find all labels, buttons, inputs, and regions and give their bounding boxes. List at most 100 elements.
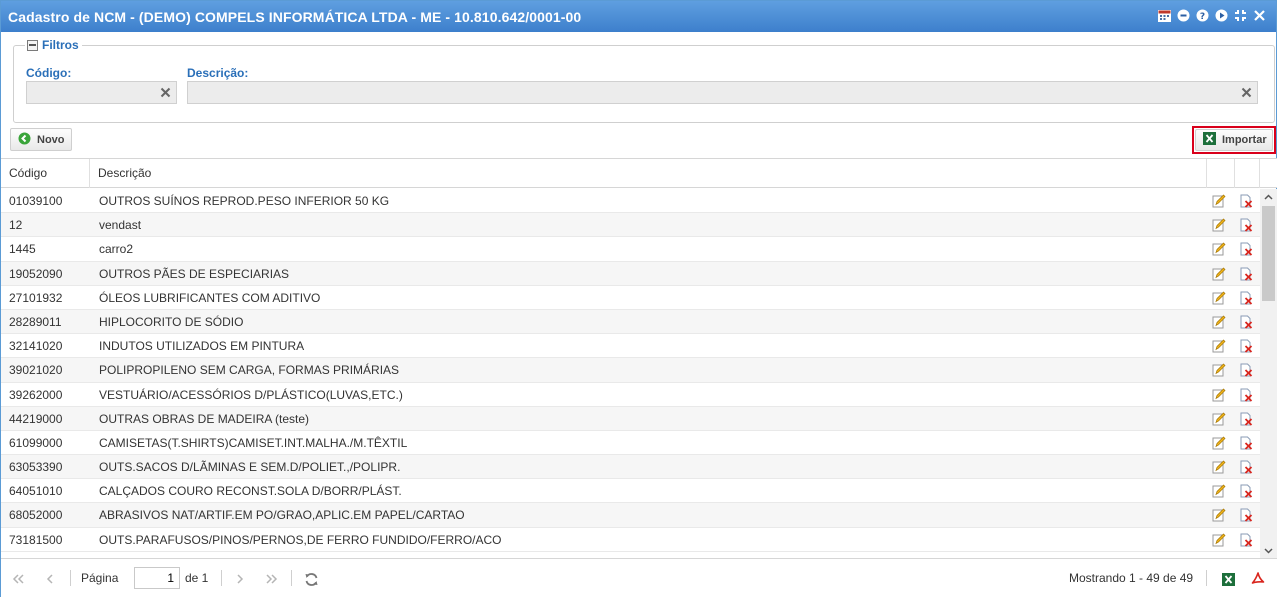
descricao-input[interactable] bbox=[188, 82, 1257, 103]
delete-icon[interactable] bbox=[1239, 267, 1253, 281]
table-row[interactable]: 01039100 OUTROS SUÍNOS REPROD.PESO INFERI… bbox=[1, 189, 1260, 214]
edit-icon[interactable] bbox=[1212, 388, 1226, 402]
delete-icon[interactable] bbox=[1239, 194, 1253, 208]
pager-separator bbox=[221, 570, 222, 586]
pager-separator bbox=[291, 570, 292, 586]
table-row[interactable]: 39021020 POLIPROPILENO SEM CARGA, FORMAS … bbox=[1, 358, 1260, 383]
ncm-grid: Código Descrição 01039100 OUTROS SUÍNOS R… bbox=[1, 158, 1277, 559]
edit-icon[interactable] bbox=[1212, 436, 1226, 450]
delete-icon[interactable] bbox=[1239, 363, 1253, 377]
vertical-scrollbar[interactable] bbox=[1260, 189, 1277, 559]
column-header-descricao[interactable]: Descrição bbox=[90, 159, 1207, 188]
cell-descricao: ÓLEOS LUBRIFICANTES COM ADITIVO bbox=[99, 290, 321, 305]
cell-codigo: 39262000 bbox=[9, 387, 63, 402]
page-label: Página bbox=[81, 571, 119, 585]
next-page-icon[interactable] bbox=[232, 571, 248, 587]
cell-descricao: CAMISETAS(T.SHIRTS)CAMISET.INT.MALHA./M.… bbox=[99, 435, 408, 450]
clear-descricao-icon[interactable] bbox=[1241, 87, 1252, 98]
play-icon[interactable] bbox=[1215, 9, 1228, 22]
close-icon[interactable] bbox=[1253, 9, 1266, 22]
novo-button[interactable]: Novo bbox=[10, 128, 72, 151]
calendar-icon[interactable] bbox=[1158, 9, 1171, 22]
delete-icon[interactable] bbox=[1239, 291, 1253, 305]
codigo-label: Código: bbox=[26, 66, 72, 80]
cell-descricao: CALÇADOS COURO RECONST.SOLA D/BORR/PLÁST… bbox=[99, 484, 402, 499]
edit-icon[interactable] bbox=[1212, 508, 1226, 522]
delete-icon[interactable] bbox=[1239, 508, 1253, 523]
delete-icon[interactable] bbox=[1239, 242, 1253, 257]
table-row[interactable]: 32141020 INDUTOS UTILIZADOS EM PINTURA bbox=[1, 334, 1260, 359]
cell-codigo: 39021020 bbox=[9, 363, 63, 378]
expand-icon[interactable] bbox=[1234, 9, 1247, 22]
first-page-icon[interactable] bbox=[11, 571, 27, 587]
delete-icon[interactable] bbox=[1239, 436, 1253, 450]
table-row[interactable]: 39262000 VESTUÁRIO/ACESSÓRIOS D/PLÁSTICO(… bbox=[1, 383, 1260, 407]
table-row[interactable]: 1445 carro2 bbox=[1, 237, 1260, 262]
cell-codigo: 12 bbox=[9, 218, 23, 233]
delete-icon[interactable] bbox=[1239, 339, 1253, 353]
cell-descricao: HIPLOCORITO DE SÓDIO bbox=[99, 314, 244, 329]
table-row[interactable]: 73181500 OUTS.PARAFUSOS/PINOS/PERNOS,DE F… bbox=[1, 528, 1260, 552]
delete-icon[interactable] bbox=[1239, 412, 1253, 426]
prev-page-icon[interactable] bbox=[42, 571, 58, 587]
table-row[interactable]: 44219000 OUTRAS OBRAS DE MADEIRA (teste) bbox=[1, 406, 1260, 431]
descricao-label: Descrição: bbox=[187, 66, 249, 80]
importar-button[interactable]: Importar bbox=[1195, 129, 1273, 151]
edit-icon[interactable] bbox=[1212, 242, 1226, 256]
grid-rows: 01039100 OUTROS SUÍNOS REPROD.PESO INFERI… bbox=[1, 189, 1260, 559]
cell-codigo: 63053390 bbox=[9, 460, 63, 475]
last-page-icon[interactable] bbox=[263, 571, 279, 587]
scroll-up-icon[interactable] bbox=[1260, 189, 1277, 205]
edit-icon[interactable] bbox=[1212, 291, 1226, 305]
cell-descricao: OUTS.PARAFUSOS/PINOS/PERNOS,DE FERRO FUN… bbox=[99, 532, 502, 547]
edit-icon[interactable] bbox=[1212, 218, 1226, 232]
delete-icon[interactable] bbox=[1239, 388, 1253, 402]
help-icon[interactable]: ? bbox=[1196, 9, 1209, 22]
cell-codigo: 73181500 bbox=[9, 532, 63, 547]
table-row[interactable]: 64051010 CALÇADOS COURO RECONST.SOLA D/BO… bbox=[1, 479, 1260, 504]
delete-icon[interactable] bbox=[1239, 218, 1253, 232]
table-row[interactable]: 63053390 OUTS.SACOS D/LÃMINAS E SEM.D/POL… bbox=[1, 455, 1260, 480]
collapse-icon[interactable] bbox=[27, 39, 38, 51]
cell-codigo: 61099000 bbox=[9, 435, 63, 450]
edit-icon[interactable] bbox=[1212, 460, 1226, 474]
delete-icon[interactable] bbox=[1239, 533, 1253, 547]
table-row[interactable]: 27101932 ÓLEOS LUBRIFICANTES COM ADITIVO bbox=[1, 286, 1260, 310]
table-row[interactable]: 12 vendast bbox=[1, 213, 1260, 238]
paging-summary: Mostrando 1 - 49 de 49 bbox=[1069, 571, 1194, 585]
codigo-input[interactable] bbox=[27, 82, 176, 103]
column-header-codigo[interactable]: Código bbox=[1, 159, 90, 188]
table-row[interactable]: 28289011 HIPLOCORITO DE SÓDIO bbox=[1, 309, 1260, 335]
pager-separator bbox=[70, 570, 71, 586]
edit-icon[interactable] bbox=[1212, 363, 1226, 377]
edit-icon[interactable] bbox=[1212, 267, 1226, 281]
edit-icon[interactable] bbox=[1212, 194, 1226, 208]
delete-icon[interactable] bbox=[1239, 460, 1253, 474]
export-excel-icon[interactable] bbox=[1220, 571, 1236, 587]
svg-text:?: ? bbox=[1200, 12, 1205, 22]
table-row[interactable]: 61099000 CAMISETAS(T.SHIRTS)CAMISET.INT.M… bbox=[1, 431, 1260, 456]
edit-icon[interactable] bbox=[1212, 533, 1226, 547]
filters-legend-label: Filtros bbox=[42, 38, 79, 52]
edit-icon[interactable] bbox=[1212, 412, 1226, 426]
delete-icon[interactable] bbox=[1239, 315, 1253, 329]
clear-codigo-icon[interactable] bbox=[160, 87, 171, 98]
cell-descricao: OUTS.SACOS D/LÃMINAS E SEM.D/POLIET.,/PO… bbox=[99, 460, 401, 475]
edit-icon[interactable] bbox=[1212, 315, 1226, 329]
export-pdf-icon[interactable] bbox=[1250, 571, 1266, 587]
refresh-icon[interactable] bbox=[303, 571, 319, 587]
filters-legend[interactable]: Filtros bbox=[25, 38, 82, 52]
table-row[interactable]: 68052000 ABRASIVOS NAT/ARTIF.EM PO/GRAO,A… bbox=[1, 503, 1260, 528]
scroll-thumb[interactable] bbox=[1262, 206, 1275, 301]
cell-descricao: OUTROS SUÍNOS REPROD.PESO INFERIOR 50 KG bbox=[99, 194, 390, 208]
page-count-label: de 1 bbox=[185, 571, 209, 585]
scroll-down-icon[interactable] bbox=[1260, 543, 1277, 559]
titlebar-icons: ? bbox=[1158, 9, 1266, 22]
minimize-icon[interactable] bbox=[1177, 9, 1190, 22]
table-row[interactable]: 19052090 OUTROS PÃES DE ESPECIARIAS bbox=[1, 261, 1260, 286]
page-number-input[interactable] bbox=[134, 567, 180, 589]
delete-icon[interactable] bbox=[1239, 484, 1253, 498]
cell-codigo: 19052090 bbox=[9, 266, 63, 281]
edit-icon[interactable] bbox=[1212, 339, 1226, 353]
edit-icon[interactable] bbox=[1212, 484, 1226, 498]
